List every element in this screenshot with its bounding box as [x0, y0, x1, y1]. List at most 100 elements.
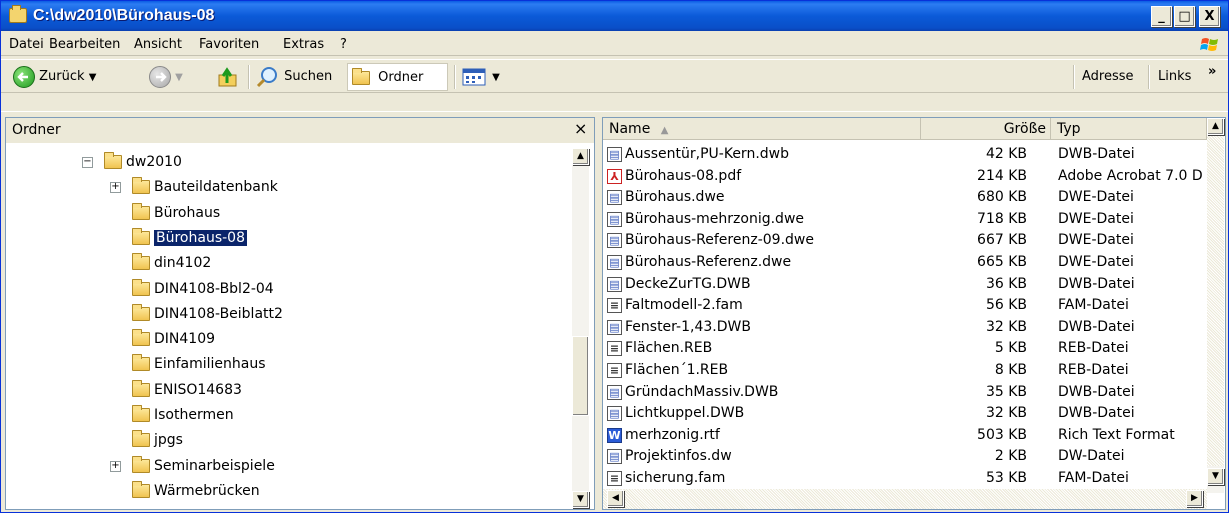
search-label: Suchen [284, 69, 333, 84]
tree-scrollbar[interactable]: ▲ ▼ [572, 148, 589, 508]
tree-scroll-thumb[interactable] [572, 336, 589, 416]
file-row[interactable]: ▤ Bürohaus-Referenz-09.dwe 667 KB DWE-Datei [603, 229, 1207, 251]
tree-item[interactable]: Bürohaus-08 [132, 227, 247, 249]
forward-button[interactable]: ▼ [149, 63, 183, 91]
file-row[interactable]: ▤ Lichtkuppel.DWB 32 KB DWB-Datei [603, 402, 1207, 424]
file-type: FAM-Datei [1058, 297, 1129, 314]
file-row[interactable]: ≡ Flächen´1.REB 8 KB REB-Datei [603, 359, 1207, 381]
folder-icon [132, 329, 150, 347]
file-name: Flächen´1.REB [625, 362, 729, 378]
column-type[interactable]: Typ [1051, 118, 1207, 140]
expand-icon[interactable]: + [110, 182, 121, 194]
scroll-up-icon[interactable]: ▲ [572, 148, 589, 165]
file-row[interactable]: ≡ Flächen.REB 5 KB REB-Datei [603, 337, 1207, 359]
search-icon [256, 66, 277, 87]
folder-pane-header: Ordner × [6, 118, 594, 143]
file-type: DWB-Datei [1058, 275, 1135, 292]
chevron-down-icon[interactable]: ▼ [89, 72, 97, 83]
scroll-down-icon[interactable]: ▼ [1207, 468, 1224, 485]
menu-bearbeiten[interactable]: Bearbeiten [49, 37, 120, 52]
tree-item[interactable]: din4102 [132, 252, 211, 274]
tree-item[interactable]: + Bauteildatenbank [110, 176, 278, 198]
folders-icon [352, 67, 370, 85]
menu-ansicht[interactable]: Ansicht [134, 37, 182, 52]
word-document-icon: W [607, 427, 622, 443]
chevron-down-icon[interactable]: ▼ [492, 72, 500, 83]
up-folder-button[interactable] [216, 63, 240, 91]
files-vscrollbar[interactable]: ▲ ▼ [1207, 118, 1224, 493]
tree-item[interactable]: Bürohaus [132, 202, 220, 224]
text-file-icon: ≡ [607, 363, 622, 378]
file-row[interactable]: Wmerhzonig.rtf 503 KB Rich Text Format [603, 424, 1207, 446]
tree-item[interactable]: DIN4108-Bbl2-04 [132, 278, 274, 300]
tree-item[interactable]: − dw2010 [82, 151, 182, 173]
collapse-icon[interactable]: − [82, 157, 93, 168]
file-name: Bürohaus-Referenz.dwe [625, 254, 792, 270]
tree-item[interactable]: ENISO14683 [132, 379, 242, 401]
views-button[interactable]: ▼ [462, 63, 500, 91]
file-size: 718 KB [977, 210, 1027, 227]
file-size: 667 KB [977, 232, 1027, 249]
toolbar-separator [248, 65, 250, 89]
menu-datei[interactable]: Datei [9, 37, 44, 52]
file-row[interactable]: ▤ Bürohaus-mehrzonig.dwe 718 KB DWE-Datei [603, 208, 1207, 230]
files-scroll-track[interactable] [1207, 136, 1224, 466]
file-row[interactable]: ⅄ Bürohaus-08.pdf 214 KB Adobe Acrobat 7.0 … [603, 165, 1207, 187]
folders-label: Ordner [378, 70, 424, 85]
toolbar-separator [454, 65, 456, 89]
dw-file-icon: ▤ [607, 384, 622, 400]
files-hscrollbar[interactable]: ◀ ▶ [603, 489, 1207, 509]
file-name: DeckeZurTG.DWB [625, 275, 751, 292]
file-row[interactable]: ▤ Bürohaus.dwe 680 KB DWE-Datei [603, 186, 1207, 208]
tree-item[interactable]: Wärmebrücken [132, 480, 260, 502]
column-size[interactable]: Größe [921, 118, 1051, 140]
column-name[interactable]: Name ▲ [603, 118, 921, 140]
links-label[interactable]: Links [1158, 63, 1191, 91]
toolbar-separator [1148, 65, 1150, 89]
file-row[interactable]: ▤ GründachMassiv.DWB 35 KB DWB-Datei [603, 381, 1207, 403]
file-type: DWB-Datei [1058, 318, 1135, 335]
menu-help[interactable]: ? [340, 37, 347, 52]
tree-item[interactable]: + Seminarbeispiele [110, 455, 275, 477]
address-label[interactable]: Adresse [1082, 63, 1134, 91]
title-bar[interactable]: C:\dw2010\Bürohaus-08 _ □ X [1, 1, 1228, 31]
file-row[interactable]: ≡ Faltmodell-2.fam 56 KB FAM-Datei [603, 294, 1207, 316]
maximize-button[interactable]: □ [1174, 6, 1195, 27]
scroll-up-icon[interactable]: ▲ [1207, 118, 1224, 135]
file-row[interactable]: ≡ sicherung.fam 53 KB FAM-Datei [603, 467, 1207, 489]
scroll-left-icon[interactable]: ◀ [607, 490, 624, 507]
menu-favoriten[interactable]: Favoriten [199, 37, 259, 52]
minimize-button[interactable]: _ [1151, 6, 1172, 27]
tree-item[interactable]: Isothermen [132, 404, 234, 426]
back-button[interactable]: Zurück ▼ [13, 63, 96, 91]
file-row[interactable]: ▤ Projektinfos.dw 2 KB DW-Datei [603, 445, 1207, 467]
folders-button[interactable]: Ordner [347, 63, 448, 91]
tree-item[interactable]: Einfamilienhaus [132, 353, 266, 375]
chevron-down-icon[interactable]: ▼ [175, 72, 183, 83]
tree-item[interactable]: jpgs [132, 429, 183, 451]
window-title: C:\dw2010\Bürohaus-08 [33, 7, 215, 24]
tree-item[interactable]: DIN4109 [132, 328, 215, 350]
tree-item[interactable]: DIN4108-Beiblatt2 [132, 303, 283, 325]
file-name: Fenster-1,43.DWB [625, 318, 751, 335]
file-size: 32 KB [985, 318, 1027, 335]
file-size: 36 KB [985, 275, 1027, 292]
file-row[interactable]: ▤ Bürohaus-Referenz.dwe 665 KB DWE-Datei [603, 251, 1207, 273]
expand-icon[interactable]: + [110, 460, 121, 472]
file-row[interactable]: ▤ Aussentür,PU-Kern.dwb 42 KB DWB-Datei [603, 143, 1207, 165]
file-type: DWE-Datei [1058, 210, 1134, 227]
menu-extras[interactable]: Extras [283, 37, 324, 52]
text-file-icon: ≡ [607, 471, 622, 486]
search-button[interactable]: Suchen [256, 63, 332, 91]
tree-item-label: Bauteildatenbank [154, 179, 278, 196]
close-pane-icon[interactable]: × [574, 119, 587, 138]
scroll-down-icon[interactable]: ▼ [572, 491, 589, 508]
file-row[interactable]: ▤ Fenster-1,43.DWB 32 KB DWB-Datei [603, 316, 1207, 338]
close-button[interactable]: X [1199, 6, 1220, 27]
toolbar-chevron-icon[interactable]: » [1208, 58, 1216, 86]
file-row[interactable]: ▤ DeckeZurTG.DWB 36 KB DWB-Datei [603, 273, 1207, 295]
file-type: DWE-Datei [1058, 254, 1134, 270]
file-type: DWE-Datei [1058, 189, 1134, 206]
scroll-right-icon[interactable]: ▶ [1186, 490, 1203, 507]
tree-item-label: DIN4108-Bbl2-04 [154, 280, 274, 297]
